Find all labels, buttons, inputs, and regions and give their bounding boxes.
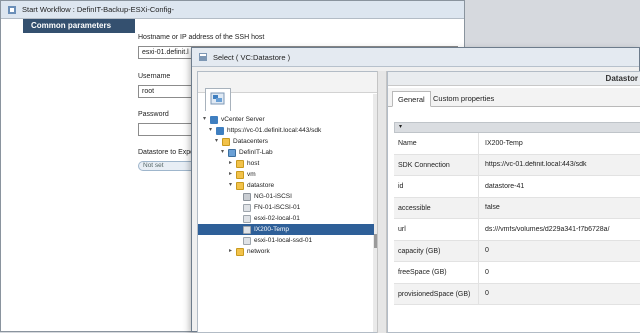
tab-custom-properties[interactable]: Custom properties <box>428 91 499 107</box>
workflow-icon <box>8 5 16 14</box>
property-value: false <box>485 204 500 212</box>
username-label: Username <box>138 73 171 80</box>
host-label: Hostname or IP address of the SSH host <box>138 34 265 41</box>
tree-node-datacenters[interactable]: ▾ Datacenters <box>213 136 268 147</box>
tree-node-datastore-folder[interactable]: ▾ datastore <box>227 180 274 191</box>
split-pane-divider[interactable] <box>377 71 387 333</box>
property-value: ds:///vmfs/volumes/d229a341-f7b6728a/ <box>485 225 610 233</box>
tree-node-label: IX200-Temp <box>254 226 290 233</box>
collapse-triangle-icon[interactable]: ▾ <box>219 149 226 156</box>
inventory-tree-pane: ▾ vCenter Server ▾ https://vc-01.definit… <box>197 71 380 333</box>
tree-node-label: Datacenters <box>233 138 269 145</box>
common-parameters-tab[interactable]: Common parameters <box>23 19 135 33</box>
property-key: id <box>394 176 479 197</box>
datastore-icon <box>243 225 251 234</box>
tree-node-label: https://vc-01.definit.local:443/sdk <box>227 127 322 134</box>
properties-table: ▾ Name IX200-Temp SDK Connection https://v… <box>394 122 640 305</box>
dialog-title: Select ( VC:Datastore ) <box>213 52 291 62</box>
tree-node-ds-item[interactable]: esxi-02-local-01 <box>243 213 300 224</box>
tree-node-label: esxi-01-local-ssd-01 <box>254 237 313 244</box>
datastore-not-set-value[interactable]: Not set <box>138 161 196 171</box>
property-key: accessible <box>394 197 479 218</box>
property-row: Name IX200-Temp <box>394 133 640 155</box>
property-row: id datastore-41 <box>394 176 640 198</box>
tree-node-ds-item[interactable]: esxi-01-local-ssd-01 <box>243 235 312 246</box>
expand-triangle-icon[interactable]: ▸ <box>227 248 234 255</box>
property-key: capacity (GB) <box>394 240 479 261</box>
dialog-titlebar[interactable]: Select ( VC:Datastore ) <box>192 48 639 67</box>
property-row: freeSpace (GB) 0 <box>394 262 640 284</box>
details-tabs: General Custom properties <box>388 88 640 107</box>
tree-node-server[interactable]: ▾ https://vc-01.definit.local:443/sdk <box>207 125 321 136</box>
property-value: 0 <box>485 268 489 276</box>
tree-node-label: datastore <box>247 182 275 189</box>
property-row: accessible false <box>394 197 640 219</box>
datastore-icon <box>243 192 251 201</box>
tree-node-vm[interactable]: ▸ vm <box>227 169 256 180</box>
property-key: SDK Connection <box>394 154 479 175</box>
details-header: Datastor <box>388 72 640 86</box>
property-row: provisionedSpace (GB) 0 <box>394 283 640 305</box>
folder-icon <box>236 247 244 256</box>
property-value: datastore-41 <box>485 182 525 190</box>
property-value: 0 <box>485 290 489 298</box>
inventory-tab[interactable] <box>205 88 231 111</box>
property-key: provisionedSpace (GB) <box>394 283 479 304</box>
details-pane: Datastor General Custom properties ▾ Nam… <box>387 71 640 333</box>
datastore-label: Datastore to Expor <box>138 149 197 156</box>
property-row: capacity (GB) 0 <box>394 240 640 262</box>
tree-node-label: vCenter Server <box>221 116 265 123</box>
dialog-icon <box>199 53 207 61</box>
datastore-icon <box>243 214 251 223</box>
collapse-triangle-icon[interactable]: ▾ <box>227 182 234 189</box>
property-value: 0 <box>485 247 489 255</box>
tree-node-ds-item[interactable]: FN-01-iSCSI-01 <box>243 202 300 213</box>
collapse-triangle-icon[interactable]: ▾ <box>201 116 208 123</box>
inventory-icon <box>210 92 225 105</box>
datacenter-icon <box>228 148 236 157</box>
collapse-triangle-icon[interactable]: ▾ <box>207 127 214 134</box>
tree-node-network[interactable]: ▸ network <box>227 246 270 257</box>
server-icon <box>216 126 224 135</box>
collapse-triangle-icon[interactable]: ▾ <box>213 138 220 145</box>
folder-icon <box>236 181 244 190</box>
tree-node-label: host <box>247 160 260 167</box>
password-label: Password <box>138 111 169 118</box>
property-row: SDK Connection https://vc-01.definit.loca… <box>394 154 640 176</box>
datastore-icon <box>243 236 251 245</box>
property-row: url ds:///vmfs/volumes/d229a341-f7b6728a/ <box>394 219 640 241</box>
expand-triangle-icon[interactable]: ▸ <box>227 171 234 178</box>
expand-triangle-icon[interactable]: ▸ <box>227 160 234 167</box>
property-key: Name <box>394 133 479 154</box>
tree-node-label: DefinIT-Lab <box>239 149 273 156</box>
tab-general[interactable]: General <box>392 91 431 107</box>
property-key: url <box>394 219 479 240</box>
folder-icon <box>222 137 230 146</box>
tree-node-label: esxi-02-local-01 <box>254 215 300 222</box>
vcenter-icon <box>210 115 218 124</box>
tree-node-vcenter[interactable]: ▾ vCenter Server <box>201 114 265 125</box>
property-value: IX200-Temp <box>485 139 523 147</box>
tree-node-label: vm <box>247 171 256 178</box>
folder-icon <box>236 159 244 168</box>
tree-node-ds-item[interactable]: NG-01-iSCSI <box>243 191 292 202</box>
property-key: freeSpace (GB) <box>394 262 479 283</box>
select-datastore-dialog: Select ( VC:Datastore ) ▾ vCenter Server… <box>191 47 640 333</box>
workflow-title: Start Workflow : DefinIT-Backup-ESXi-Con… <box>22 5 174 14</box>
tree-node-label: FN-01-iSCSI-01 <box>254 204 301 211</box>
workflow-titlebar: Start Workflow : DefinIT-Backup-ESXi-Con… <box>1 1 464 19</box>
tree-node-host[interactable]: ▸ host <box>227 158 259 169</box>
folder-icon <box>236 170 244 179</box>
tree-node-label: network <box>247 248 270 255</box>
datastore-icon <box>243 203 251 212</box>
property-value: https://vc-01.definit.local:443/sdk <box>485 161 587 169</box>
properties-collapse-toggle[interactable]: ▾ <box>394 122 640 133</box>
tree-node-label: NG-01-iSCSI <box>254 193 292 200</box>
tree-node-definit-lab[interactable]: ▾ DefinIT-Lab <box>219 147 273 158</box>
tree-node-ds-item-selected[interactable]: IX200-Temp <box>198 224 374 235</box>
